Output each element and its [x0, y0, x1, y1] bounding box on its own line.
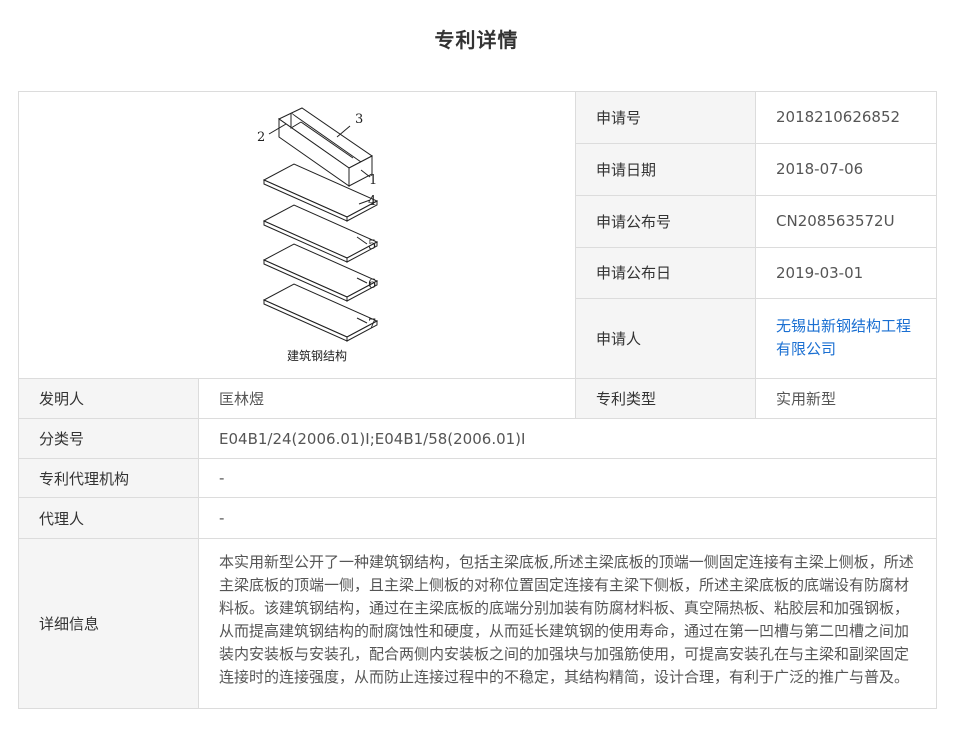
classification-value: E04B1/24(2006.01)I;E04B1/58(2006.01)I	[198, 418, 937, 459]
figure-label-3: 3	[355, 112, 363, 127]
figure-label-2: 2	[257, 130, 265, 145]
agency-label: 专利代理机构	[18, 458, 199, 498]
details-text: 本实用新型公开了一种建筑钢结构，包括主梁底板,所述主梁底板的顶端一侧固定连接有主…	[219, 553, 914, 686]
pub-date-label: 申请公布日	[575, 246, 756, 299]
inventor-value: 匡林煜	[198, 378, 576, 419]
details-cell: 本实用新型公开了一种建筑钢结构，包括主梁底板,所述主梁底板的顶端一侧固定连接有主…	[198, 538, 937, 709]
app-date-label: 申请日期	[575, 142, 756, 196]
patent-drawing: 2 3 1 4 5 6 7 建筑钢结构	[257, 107, 379, 363]
figure-label-6: 6	[368, 277, 376, 292]
applicant-label: 申请人	[575, 297, 756, 380]
pub-number-label: 申请公布号	[575, 194, 756, 248]
classification-label: 分类号	[18, 418, 199, 459]
pub-date-value: 2019-03-01	[755, 246, 937, 299]
agency-value: -	[198, 458, 937, 498]
details-label: 详细信息	[18, 538, 199, 709]
page-title: 专利详情	[434, 28, 519, 52]
app-date-value: 2018-07-06	[755, 142, 937, 196]
agent-value: -	[198, 497, 937, 539]
patent-figure-cell: 2 3 1 4 5 6 7 建筑钢结构	[18, 91, 576, 379]
agent-label: 代理人	[18, 497, 199, 539]
figure-caption: 建筑钢结构	[287, 348, 347, 363]
figure-label-7: 7	[368, 317, 376, 332]
patent-type-value: 实用新型	[755, 378, 937, 419]
app-number-value: 2018210626852	[755, 91, 937, 144]
inventor-label: 发明人	[18, 378, 199, 419]
patent-type-label: 专利类型	[575, 378, 756, 419]
applicant-link[interactable]: 无锡出新钢结构工程有限公司	[776, 317, 911, 358]
pub-number-value: CN208563572U	[755, 194, 937, 248]
applicant-cell: 无锡出新钢结构工程有限公司	[755, 297, 937, 380]
figure-label-4: 4	[368, 194, 376, 209]
figure-label-5: 5	[368, 238, 376, 253]
figure-label-1: 1	[369, 173, 377, 188]
app-number-label: 申请号	[575, 91, 756, 144]
patent-detail-table: 2 3 1 4 5 6 7 建筑钢结构 申请号 2018210626852 申请…	[18, 91, 937, 709]
